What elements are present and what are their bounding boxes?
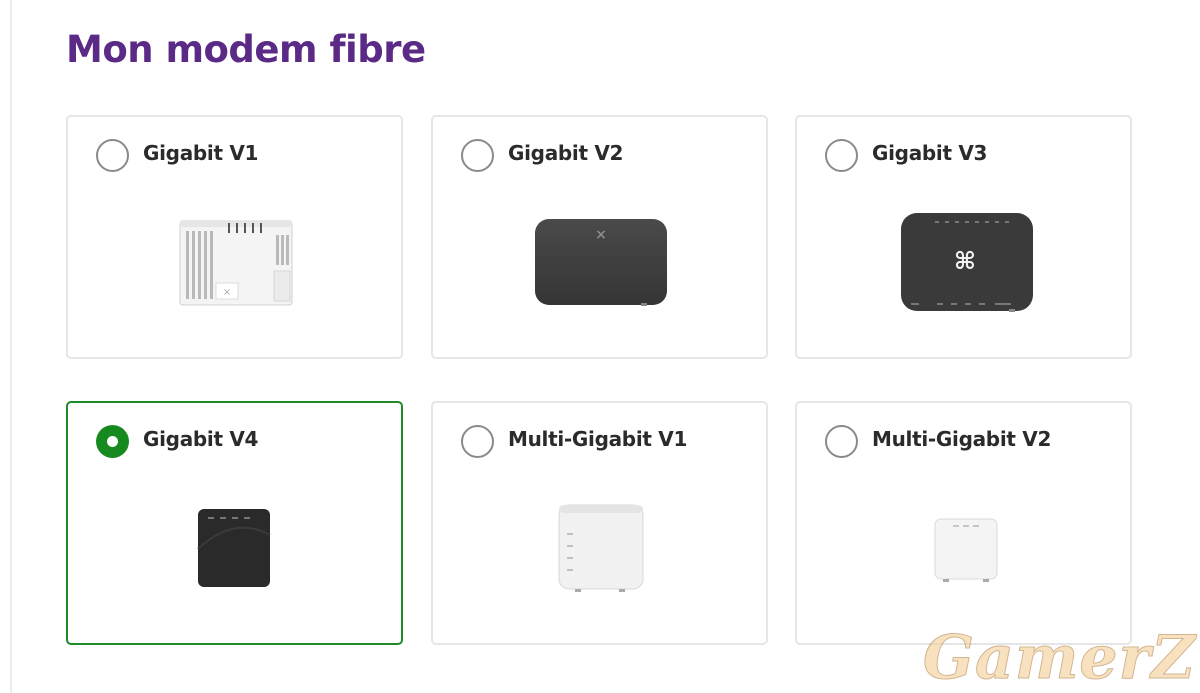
- modem-multi-gigabit-v2-image: [934, 518, 998, 582]
- watermark-logo: GamerZ: [922, 623, 1196, 693]
- svg-text:⌘: ⌘: [954, 247, 976, 275]
- radio-button-selected[interactable]: [96, 425, 129, 458]
- modem-gigabit-v2-image: ×: [535, 219, 667, 306]
- left-divider: [10, 0, 12, 693]
- option-label: Gigabit V3: [872, 141, 988, 165]
- modem-multi-gigabit-v1-image: [558, 504, 644, 592]
- page-title: Mon modem fibre: [66, 28, 426, 71]
- radio-button[interactable]: [825, 139, 858, 172]
- radio-button[interactable]: [461, 139, 494, 172]
- radio-button[interactable]: [461, 425, 494, 458]
- radio-button[interactable]: [96, 139, 129, 172]
- option-card-gigabit-v3[interactable]: Gigabit V3 ⌘: [795, 115, 1132, 359]
- modem-gigabit-v4-image: [197, 509, 271, 587]
- option-card-gigabit-v1[interactable]: Gigabit V1 ×: [66, 115, 403, 359]
- svg-text:×: ×: [223, 287, 231, 298]
- option-card-multi-gigabit-v2[interactable]: Multi-Gigabit V2: [795, 401, 1132, 645]
- option-label: Gigabit V2: [508, 141, 624, 165]
- svg-text:×: ×: [595, 227, 607, 243]
- option-card-multi-gigabit-v1[interactable]: Multi-Gigabit V1: [431, 401, 768, 645]
- option-label: Multi-Gigabit V2: [872, 427, 1052, 451]
- option-card-gigabit-v2[interactable]: Gigabit V2 ×: [431, 115, 768, 359]
- option-label: Gigabit V1: [143, 141, 259, 165]
- radio-button[interactable]: [825, 425, 858, 458]
- modem-gigabit-v1-image: ×: [179, 220, 293, 306]
- option-card-gigabit-v4[interactable]: Gigabit V4: [66, 401, 403, 645]
- option-label: Gigabit V4: [143, 427, 259, 451]
- modem-gigabit-v3-image: ⌘: [901, 213, 1033, 312]
- option-label: Multi-Gigabit V1: [508, 427, 688, 451]
- modem-selection-page: Mon modem fibre Gigabit V1 × Gigabit V2 …: [0, 0, 1200, 693]
